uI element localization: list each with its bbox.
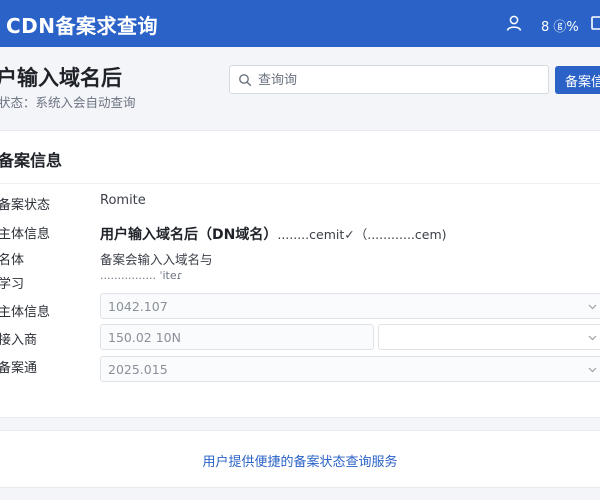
subject-label: 主体信息 xyxy=(0,227,51,242)
subject-value: 用户输入域名后（DN域名）........cemit✓（............… xyxy=(100,224,447,244)
app-title: CDN备案求查询 xyxy=(6,14,159,38)
subject2-label: 主体信息 xyxy=(0,305,51,320)
header-status: 8 ⓖ% xyxy=(541,20,579,35)
subject-extra: ........cemit✓（............cem) xyxy=(277,227,447,242)
record-no-label: 备案通 xyxy=(0,361,38,376)
study-value: ................ ˈiteɾ xyxy=(100,269,183,282)
search-button[interactable]: 备案信 xyxy=(555,66,600,94)
status-label: 备案状态 xyxy=(0,198,51,213)
name-value: 备案会输入入域名与 xyxy=(100,252,213,267)
page-subtitle: 状态：系统入会自动查询 xyxy=(0,95,136,110)
isp-value: 150.02 10N xyxy=(108,330,181,345)
document-icon[interactable] xyxy=(591,16,600,30)
footer-text: 用户提供便捷的备案状态查询服务 xyxy=(202,455,398,470)
study-label: 学习 xyxy=(0,277,25,292)
divider xyxy=(0,183,600,184)
subject-main: 用户输入域名后（DN域名） xyxy=(100,227,278,243)
subject2-value: 1042.107 xyxy=(108,299,168,314)
search-input[interactable] xyxy=(258,70,543,90)
isp-field[interactable]: 150.02 10N xyxy=(100,324,374,350)
record-card: 备案信息 备案状态 Romite 主体信息 用户输入域名后（DN域名）.....… xyxy=(0,130,600,418)
user-icon[interactable] xyxy=(505,14,523,32)
chevron-down-icon xyxy=(588,367,597,373)
subject2-select[interactable]: 1042.107 xyxy=(100,293,600,319)
footer: 用户提供便捷的备案状态查询服务 xyxy=(0,430,600,488)
status-value: Romite xyxy=(100,193,146,208)
top-bar: CDN备案求查询 8 ⓖ% xyxy=(0,0,600,47)
section-title: 备案信息 xyxy=(0,151,63,170)
record-no-select[interactable]: 2025.015 xyxy=(100,356,600,382)
name-label: 名体 xyxy=(0,253,25,268)
isp-label: 接入商 xyxy=(0,333,38,348)
search-icon xyxy=(239,74,252,87)
chevron-down-icon xyxy=(588,335,597,341)
isp-extra-select[interactable] xyxy=(378,324,600,350)
page-title: 户输入域名后 xyxy=(0,66,122,90)
search-box[interactable] xyxy=(229,65,549,94)
record-no-value: 2025.015 xyxy=(108,362,168,377)
chevron-down-icon xyxy=(588,304,597,310)
